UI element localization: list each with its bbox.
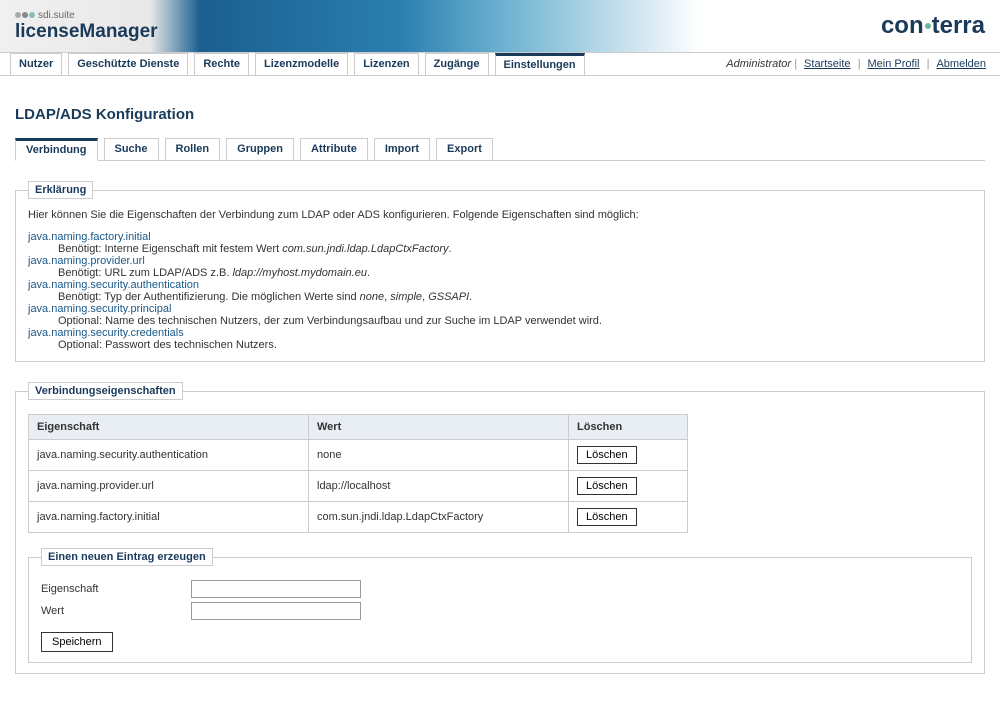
prop1-desc: Benötigt: Interne Eigenschaft mit festem… <box>58 243 972 255</box>
subtab-import[interactable]: Import <box>374 138 430 161</box>
tab-rechte[interactable]: Rechte <box>194 53 249 75</box>
subtab-attribute[interactable]: Attribute <box>300 138 368 161</box>
logo-left: sdi.suite licenseManager <box>15 10 158 43</box>
user-links: Administrator | Startseite | Mein Profil… <box>726 58 1000 70</box>
prop5-name: java.naming.security.credentials <box>28 327 972 339</box>
delete-button[interactable]: Löschen <box>577 446 637 464</box>
prop4-name: java.naming.security.principal <box>28 303 972 315</box>
prop5-desc: Optional: Passwort des technischen Nutze… <box>58 339 972 351</box>
logo-right: con terra <box>881 12 985 40</box>
label-wert: Wert <box>41 605 191 617</box>
content: LDAP/ADS Konfiguration Verbindung Suche … <box>0 76 1000 689</box>
label-eigenschaft: Eigenschaft <box>41 583 191 595</box>
prop1-name: java.naming.factory.initial <box>28 231 972 243</box>
props-fieldset: Verbindungseigenschaften Eigenschaft Wer… <box>15 382 985 674</box>
col-loeschen: Löschen <box>569 415 688 440</box>
subtab-export[interactable]: Export <box>436 138 493 161</box>
tab-nutzer[interactable]: Nutzer <box>10 53 62 75</box>
app-header: sdi.suite licenseManager con terra <box>0 0 1000 52</box>
tab-lizenzen[interactable]: Lizenzen <box>354 53 418 75</box>
row0-value: none <box>309 440 569 471</box>
suite-dots-icon <box>15 12 35 18</box>
link-mein-profil[interactable]: Mein Profil <box>868 58 920 70</box>
brand-label: licenseManager <box>15 21 158 43</box>
tab-lizenzmodelle[interactable]: Lizenzmodelle <box>255 53 348 75</box>
new-entry-legend: Einen neuen Eintrag erzeugen <box>41 548 213 566</box>
prop2-desc: Benötigt: URL zum LDAP/ADS z.B. ldap://m… <box>58 267 972 279</box>
eigenschaft-input[interactable] <box>191 580 361 598</box>
main-tabs: Nutzer Geschützte Dienste Rechte Lizenzm… <box>0 54 585 75</box>
prop4-desc: Optional: Name des technischen Nutzers, … <box>58 315 972 327</box>
topbar: Nutzer Geschützte Dienste Rechte Lizenzm… <box>0 52 1000 76</box>
save-button[interactable]: Speichern <box>41 632 113 652</box>
table-row: java.naming.provider.url ldap://localhos… <box>29 471 688 502</box>
tab-geschuetzte-dienste[interactable]: Geschützte Dienste <box>68 53 188 75</box>
company-dot-icon <box>925 23 931 29</box>
subtab-gruppen[interactable]: Gruppen <box>226 138 294 161</box>
col-eigenschaft: Eigenschaft <box>29 415 309 440</box>
row1-value: ldap://localhost <box>309 471 569 502</box>
explain-intro: Hier können Sie die Eigenschaften der Ve… <box>28 209 972 221</box>
link-startseite[interactable]: Startseite <box>804 58 850 70</box>
row2-name: java.naming.factory.initial <box>29 502 309 533</box>
props-legend: Verbindungseigenschaften <box>28 382 183 400</box>
page-title: LDAP/ADS Konfiguration <box>15 106 985 123</box>
prop3-desc: Benötigt: Typ der Authentifizierung. Die… <box>58 291 972 303</box>
explain-fieldset: Erklärung Hier können Sie die Eigenschaf… <box>15 181 985 362</box>
explain-legend: Erklärung <box>28 181 93 199</box>
link-abmelden[interactable]: Abmelden <box>936 58 986 70</box>
tab-zugaenge[interactable]: Zugänge <box>425 53 489 75</box>
wert-input[interactable] <box>191 602 361 620</box>
prop2-name: java.naming.provider.url <box>28 255 972 267</box>
company-suffix: terra <box>932 12 985 40</box>
company-prefix: con <box>881 12 924 40</box>
delete-button[interactable]: Löschen <box>577 508 637 526</box>
administrator-label: Administrator <box>726 58 791 70</box>
prop3-name: java.naming.security.authentication <box>28 279 972 291</box>
new-entry-fieldset: Einen neuen Eintrag erzeugen Eigenschaft… <box>28 548 972 663</box>
tab-einstellungen[interactable]: Einstellungen <box>495 53 585 75</box>
subtab-verbindung[interactable]: Verbindung <box>15 138 98 161</box>
subtab-rollen[interactable]: Rollen <box>165 138 221 161</box>
table-row: java.naming.factory.initial com.sun.jndi… <box>29 502 688 533</box>
row1-name: java.naming.provider.url <box>29 471 309 502</box>
subtab-suche[interactable]: Suche <box>104 138 159 161</box>
props-table: Eigenschaft Wert Löschen java.naming.sec… <box>28 414 688 533</box>
row2-value: com.sun.jndi.ldap.LdapCtxFactory <box>309 502 569 533</box>
delete-button[interactable]: Löschen <box>577 477 637 495</box>
sub-tabs: Verbindung Suche Rollen Gruppen Attribut… <box>15 138 985 161</box>
table-row: java.naming.security.authentication none… <box>29 440 688 471</box>
row0-name: java.naming.security.authentication <box>29 440 309 471</box>
col-wert: Wert <box>309 415 569 440</box>
suite-label: sdi.suite <box>38 10 75 21</box>
